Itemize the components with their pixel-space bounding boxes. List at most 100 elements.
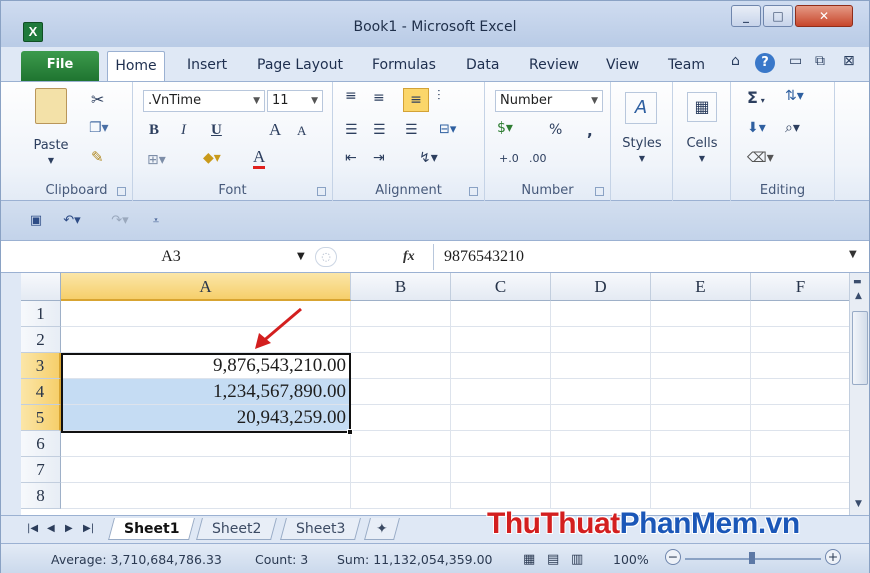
styles-dropdown-icon[interactable]: ▼: [611, 154, 673, 163]
sheet-tab-2[interactable]: Sheet2: [196, 518, 278, 540]
scroll-down-icon[interactable]: ▼: [855, 499, 862, 509]
cell-c4[interactable]: [451, 379, 551, 405]
cell-c6[interactable]: [451, 431, 551, 457]
fill-color-icon[interactable]: ◆▾: [203, 150, 221, 166]
help-icon[interactable]: ?: [755, 53, 775, 73]
cell-b5[interactable]: [351, 405, 451, 431]
cell-b6[interactable]: [351, 431, 451, 457]
align-center-icon[interactable]: ☰: [373, 122, 386, 138]
column-header-b[interactable]: B: [351, 273, 451, 301]
cells-button[interactable]: Cells: [673, 136, 731, 151]
minimize-ribbon-icon[interactable]: ⌂: [731, 53, 740, 69]
paste-button[interactable]: Paste: [29, 138, 73, 153]
increase-decimal-icon[interactable]: +.0: [499, 152, 519, 165]
row-header-2[interactable]: 2: [21, 327, 61, 353]
tab-file[interactable]: File: [21, 51, 99, 81]
cell-f3[interactable]: [751, 353, 849, 379]
cell-c1[interactable]: [451, 301, 551, 327]
doc-restore-icon[interactable]: ⧉: [815, 53, 825, 69]
cell-d8[interactable]: [551, 483, 651, 509]
font-color-button[interactable]: A: [253, 148, 266, 169]
cell-d3[interactable]: [551, 353, 651, 379]
first-sheet-icon[interactable]: |◀: [27, 523, 38, 534]
cell-a5[interactable]: 20,943,259.00: [61, 405, 351, 431]
cell-d7[interactable]: [551, 457, 651, 483]
cell-f5[interactable]: [751, 405, 849, 431]
zoom-out-icon[interactable]: −: [665, 549, 681, 565]
align-bottom-button[interactable]: ≡: [403, 88, 429, 112]
cell-a3[interactable]: 9,876,543,210.00: [61, 353, 351, 379]
cell-b1[interactable]: [351, 301, 451, 327]
prev-sheet-icon[interactable]: ◀: [47, 523, 55, 534]
number-launcher-icon[interactable]: [595, 187, 604, 196]
cell-a6[interactable]: [61, 431, 351, 457]
decrease-decimal-icon[interactable]: .00: [529, 152, 547, 165]
column-header-f[interactable]: F: [751, 273, 849, 301]
normal-view-icon[interactable]: ▦: [523, 552, 535, 567]
tab-page-layout[interactable]: Page Layout: [257, 57, 343, 73]
shrink-font-button[interactable]: A: [297, 123, 306, 139]
format-painter-icon[interactable]: ✎: [91, 148, 104, 166]
increase-indent-icon[interactable]: ⇥: [373, 150, 385, 166]
cell-b8[interactable]: [351, 483, 451, 509]
decrease-indent-icon[interactable]: ⇤: [345, 150, 357, 166]
cell-e3[interactable]: [651, 353, 751, 379]
cell-f2[interactable]: [751, 327, 849, 353]
redo-icon[interactable]: ↷▾: [105, 213, 135, 229]
comma-button[interactable]: ,: [587, 122, 593, 140]
cell-c8[interactable]: [451, 483, 551, 509]
cell-e1[interactable]: [651, 301, 751, 327]
grow-font-button[interactable]: A: [269, 120, 281, 140]
cells-icon[interactable]: ▦: [687, 92, 717, 122]
scroll-thumb[interactable]: [852, 311, 868, 385]
insert-function-button[interactable]: fx: [403, 249, 415, 265]
cell-c5[interactable]: [451, 405, 551, 431]
borders-icon[interactable]: ⊞▾: [147, 152, 166, 168]
cell-d5[interactable]: [551, 405, 651, 431]
tab-home[interactable]: Home: [107, 51, 165, 82]
scroll-up-icon[interactable]: ▲: [855, 291, 862, 301]
clear-icon[interactable]: ⌫▾: [747, 150, 774, 166]
align-left-icon[interactable]: ☰: [345, 122, 358, 138]
paste-dropdown-icon[interactable]: ▼: [29, 156, 73, 165]
row-header-1[interactable]: 1: [21, 301, 61, 327]
sheet-tab-1[interactable]: Sheet1: [108, 518, 196, 540]
cell-a7[interactable]: [61, 457, 351, 483]
clipboard-launcher-icon[interactable]: [117, 187, 126, 196]
doc-minimize-icon[interactable]: ▭: [789, 53, 802, 69]
number-format-select[interactable]: Number ▼: [495, 90, 603, 112]
zoom-level[interactable]: 100%: [613, 552, 649, 567]
close-button[interactable]: ✕: [795, 5, 853, 27]
minimize-button[interactable]: _: [731, 5, 761, 27]
merge-center-icon[interactable]: ⊟▾: [439, 122, 456, 137]
doc-close-icon[interactable]: ⊠: [843, 53, 855, 69]
row-header-8[interactable]: 8: [21, 483, 61, 509]
styles-button[interactable]: Styles: [611, 136, 673, 151]
cell-b3[interactable]: [351, 353, 451, 379]
column-header-c[interactable]: C: [451, 273, 551, 301]
cell-b4[interactable]: [351, 379, 451, 405]
styles-icon[interactable]: A: [625, 92, 657, 124]
cell-a4[interactable]: 1,234,567,890.00: [61, 379, 351, 405]
cell-e7[interactable]: [651, 457, 751, 483]
column-header-a[interactable]: A: [61, 273, 351, 301]
alignment-launcher-icon[interactable]: [469, 187, 478, 196]
cell-e5[interactable]: [651, 405, 751, 431]
customize-qat-icon[interactable]: ⩡: [147, 213, 165, 229]
cell-b2[interactable]: [351, 327, 451, 353]
tab-team[interactable]: Team: [668, 57, 705, 73]
font-name-select[interactable]: .VnTime ▼: [143, 90, 265, 112]
align-right-icon[interactable]: ☰: [405, 122, 418, 138]
tab-insert[interactable]: Insert: [187, 57, 227, 73]
column-header-e[interactable]: E: [651, 273, 751, 301]
sheet-tab-3[interactable]: Sheet3: [280, 518, 362, 540]
vertical-scrollbar[interactable]: ▬ ▲ ▼: [849, 273, 869, 515]
cell-d1[interactable]: [551, 301, 651, 327]
fill-handle[interactable]: [347, 429, 353, 435]
name-box-dropdown-icon[interactable]: ▼: [297, 251, 305, 262]
row-header-4[interactable]: 4: [21, 379, 61, 405]
bold-button[interactable]: B: [149, 122, 159, 139]
fill-icon[interactable]: ⬇▾: [747, 120, 766, 136]
expand-formula-bar-icon[interactable]: ▼: [849, 249, 857, 260]
save-icon[interactable]: ▣: [27, 213, 45, 229]
